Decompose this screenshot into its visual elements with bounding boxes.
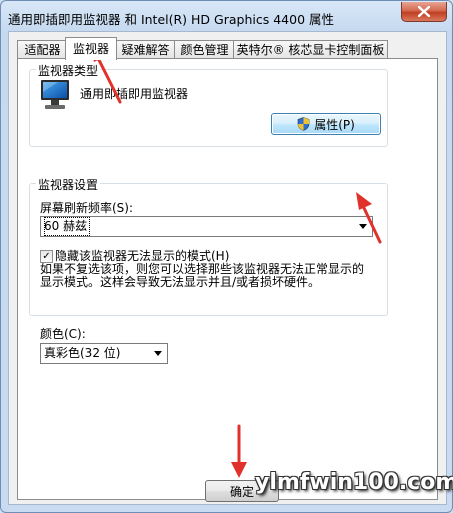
color-dropdown[interactable]: 真彩色(32 位) — [40, 343, 168, 364]
monitor-icon — [41, 80, 69, 109]
dropdown-arrow-icon — [150, 345, 165, 362]
color-label: 颜色(C): — [40, 327, 86, 341]
annotation-arrow-dropdown — [356, 192, 382, 244]
monitor-type-group — [29, 69, 388, 147]
properties-button[interactable]: 属性(P) — [271, 113, 381, 135]
help-text-line2: 显示模式。这样会导致无法显示并且/或者损坏硬件。 — [40, 275, 321, 289]
tab-adapter[interactable]: 适配器 — [17, 40, 68, 59]
tab-intel-graphics-panel[interactable]: 英特尔® 核芯显卡控制面板 — [233, 40, 388, 59]
close-button[interactable] — [401, 2, 447, 22]
ok-button-label: 确定 — [229, 484, 254, 499]
properties-button-label: 属性(P) — [314, 117, 355, 132]
refresh-rate-label: 屏幕刷新频率(S): — [40, 201, 134, 215]
refresh-rate-dropdown[interactable]: 60 赫兹 — [40, 216, 373, 237]
annotation-arrow-ok — [231, 424, 247, 478]
tab-color-management[interactable]: 颜色管理 — [174, 40, 235, 59]
window-title: 通用即插即用监视器 和 Intel(R) HD Graphics 4400 属性 — [8, 12, 334, 27]
tab-monitor[interactable]: 监视器 — [65, 37, 117, 60]
watermark-text: ylmfwin100.com — [255, 470, 453, 495]
color-value: 真彩色(32 位) — [44, 346, 121, 360]
uac-shield-icon — [297, 117, 310, 131]
refresh-rate-value: 60 赫兹 — [44, 217, 91, 236]
monitor-settings-title: 监视器设置 — [36, 176, 101, 193]
window-frame: 通用即插即用监视器 和 Intel(R) HD Graphics 4400 属性… — [0, 0, 453, 513]
close-icon — [418, 6, 430, 17]
